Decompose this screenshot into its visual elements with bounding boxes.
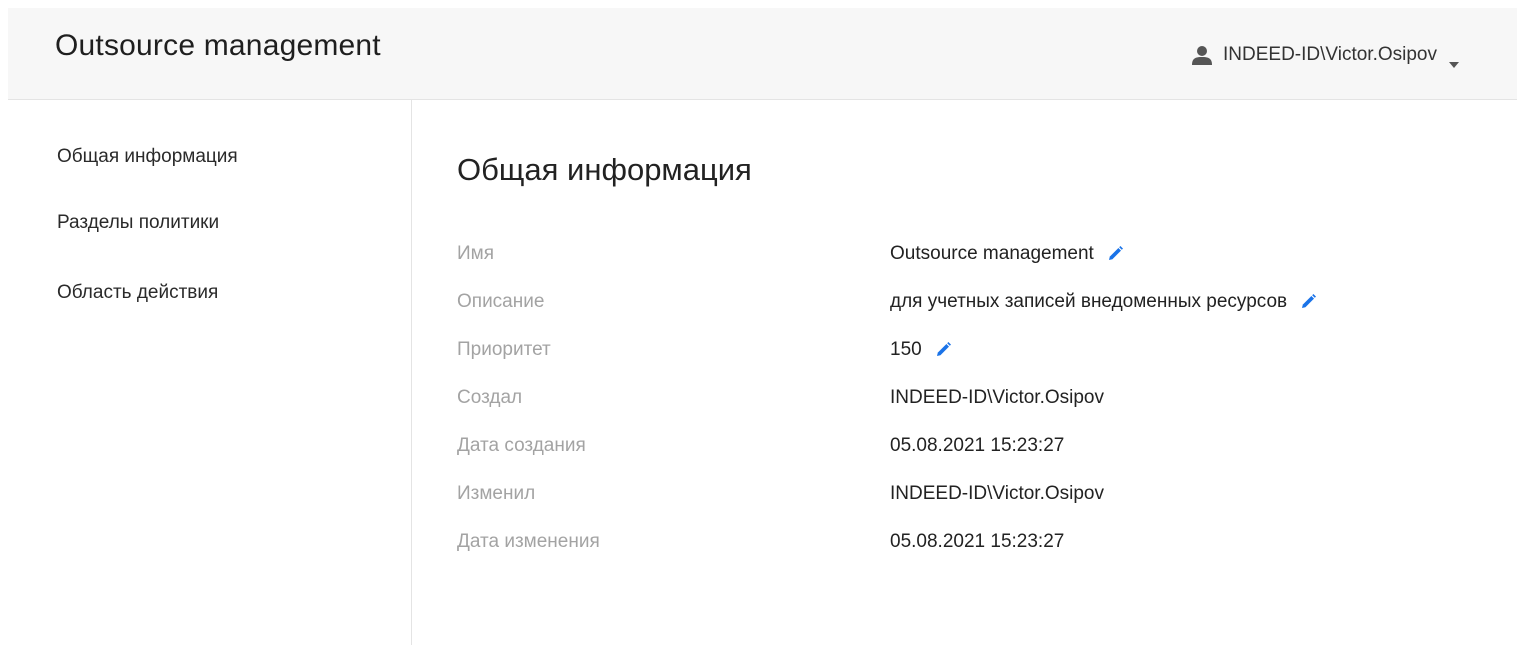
app-window: Outsource management INDEED-ID\Victor.Os… [0,0,1517,645]
field-value-text: 05.08.2021 15:23:27 [890,435,1065,456]
field-value-text: 150 [890,339,922,360]
field-label: Имя [457,243,495,264]
user-name: INDEED-ID\Victor.Osipov [1223,44,1437,65]
pencil-icon[interactable] [934,341,952,359]
field-value-text: для учетных записей внедоменных ресурсов [890,291,1288,312]
sidebar-item-label: Разделы политики [57,212,220,233]
page-title: Общая информация [457,152,752,187]
field-label: Изменил [457,483,536,504]
field-value-text: Outsource management [890,243,1094,264]
field-value: для учетных записей внедоменных ресурсов [890,289,1317,315]
info-row-created-date: Дата создания 05.08.2021 15:23:27 [457,433,1497,481]
sidebar-nav: Общая информация Разделы политики Област… [8,100,412,645]
main-content: Общая информация Имя Outsource managemen… [412,100,1517,645]
field-value: 150 [890,337,952,363]
pencil-icon[interactable] [1106,245,1124,263]
top-header: Outsource management INDEED-ID\Victor.Os… [8,8,1517,100]
field-value-text: INDEED-ID\Victor.Osipov [890,483,1104,504]
field-value: INDEED-ID\Victor.Osipov [890,481,1104,507]
field-value-text: 05.08.2021 15:23:27 [890,531,1065,552]
field-value: 05.08.2021 15:23:27 [890,529,1064,555]
user-icon [1191,45,1213,65]
sidebar-item-label: Общая информация [57,146,238,167]
field-value: INDEED-ID\Victor.Osipov [890,385,1104,411]
sidebar-item-scope[interactable]: Область действия [57,282,218,304]
field-label: Создал [457,387,523,408]
field-label: Дата создания [457,435,586,456]
info-row-description: Описание для учетных записей внедоменных… [457,289,1497,337]
info-row-priority: Приоритет 150 [457,337,1497,385]
pencil-icon[interactable] [1299,293,1317,311]
field-label: Дата изменения [457,531,600,552]
user-menu-dropdown[interactable]: INDEED-ID\Victor.Osipov [1191,40,1459,70]
caret-down-icon [1449,52,1459,68]
sidebar-item-policy-sections[interactable]: Разделы политики [57,212,219,234]
field-value: 05.08.2021 15:23:27 [890,433,1064,459]
info-row-modified-date: Дата изменения 05.08.2021 15:23:27 [457,529,1497,577]
info-row-name: Имя Outsource management [457,241,1497,289]
info-row-created-by: Создал INDEED-ID\Victor.Osipov [457,385,1497,433]
app-title: Outsource management [55,29,381,62]
field-label: Приоритет [457,339,551,360]
sidebar-item-label: Область действия [57,282,219,303]
info-row-modified-by: Изменил INDEED-ID\Victor.Osipov [457,481,1497,529]
info-table: Имя Outsource management Описание для уч… [457,241,1497,577]
sidebar-item-general-info[interactable]: Общая информация [57,146,238,168]
field-label: Описание [457,291,545,312]
field-value-text: INDEED-ID\Victor.Osipov [890,387,1104,408]
field-value: Outsource management [890,241,1124,267]
